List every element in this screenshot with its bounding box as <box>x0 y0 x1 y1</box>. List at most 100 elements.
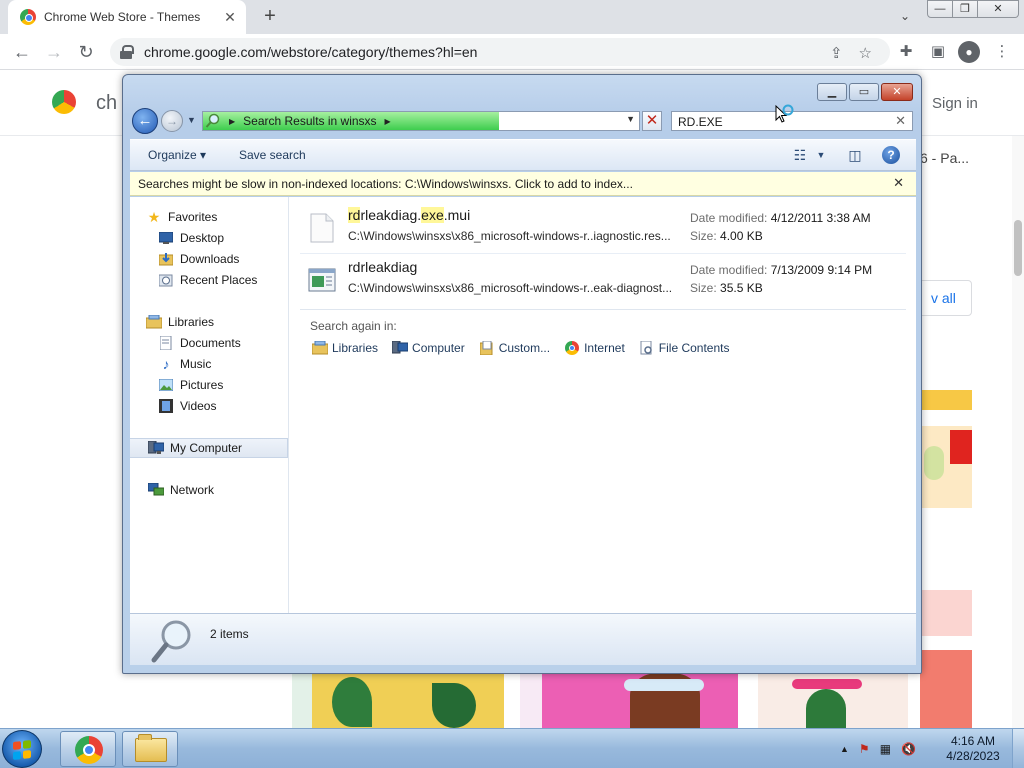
help-icon[interactable]: ? <box>882 146 900 164</box>
browser-tab-chrome-web-store[interactable]: Chrome Web Store - Themes ✕ <box>8 0 246 34</box>
explorer-forward-arrow-icon[interactable]: → <box>161 110 183 132</box>
forward-arrow-icon[interactable]: → <box>42 40 66 64</box>
result-file-name: rdrleakdiag.exe.mui <box>348 207 471 223</box>
theme-thumbnail-character[interactable] <box>758 673 908 728</box>
search-again-separator <box>300 309 906 310</box>
reload-icon[interactable]: ↻ <box>74 40 98 64</box>
chrome-menu-icon[interactable]: ⋮ <box>990 40 1014 64</box>
start-button[interactable] <box>2 730 42 768</box>
taskbar-clock[interactable]: 4:16 AM 4/28/2023 <box>938 734 1008 764</box>
videos-film-icon <box>158 398 174 414</box>
organize-menu[interactable]: Organize ▾ <box>148 148 206 162</box>
preview-pane-icon[interactable]: ◫ <box>846 145 864 165</box>
explorer-body: ★ Favorites Desktop Downloads Recent Pla… <box>130 197 916 613</box>
item-count: 2 items <box>210 627 249 641</box>
search-input[interactable]: RD.EXE <box>678 115 723 129</box>
nav-network[interactable]: Network <box>148 480 306 500</box>
browser-minimize-button[interactable]: — <box>927 0 953 18</box>
view-options-chevron-down-icon[interactable]: ▼ <box>814 145 828 165</box>
change-view-icon[interactable]: ☷ <box>791 145 809 165</box>
save-search-button[interactable]: Save search <box>239 148 306 162</box>
clock-date: 4/28/2023 <box>946 749 1000 763</box>
new-tab-button[interactable]: + <box>258 4 282 28</box>
result-size: Size: 35.5 KB <box>690 281 763 295</box>
taskbar-chrome-button[interactable] <box>60 731 116 767</box>
pictures-icon <box>158 377 174 393</box>
theme-thumbnail-plants[interactable] <box>292 673 504 728</box>
extensions-puzzle-icon[interactable]: ✚ <box>894 40 918 64</box>
sign-in-link[interactable]: Sign in <box>932 95 978 112</box>
search-again-libraries[interactable]: Libraries <box>312 339 378 357</box>
taskbar-explorer-button[interactable] <box>122 731 178 767</box>
breadcrumb-separator-icon[interactable]: ▶ <box>229 117 235 126</box>
explorer-search-window: ▁ ▭ ✕ ← → ▼ ▶ Search Results in winsxs ▶… <box>122 74 922 674</box>
recent-places-icon <box>158 272 174 288</box>
search-again-internet[interactable]: Internet <box>564 339 625 357</box>
show-desktop-button[interactable] <box>1012 729 1024 768</box>
clear-search-icon[interactable]: ✕ <box>895 113 906 129</box>
share-icon[interactable]: ⇪ <box>830 44 843 62</box>
explorer-address-bar[interactable]: ▶ Search Results in winsxs ▶ ▼ <box>202 111 640 131</box>
chrome-web-store-logo-icon[interactable] <box>52 90 76 114</box>
network-status-icon[interactable]: ▦ <box>880 742 891 756</box>
address-breadcrumb[interactable]: Search Results in winsxs <box>243 114 376 128</box>
info-bar-message[interactable]: Searches might be slow in non-indexed lo… <box>138 177 633 191</box>
search-magnifier-large-icon <box>151 620 191 663</box>
search-magnifier-icon <box>205 113 221 129</box>
music-note-icon: ♪ <box>162 356 170 372</box>
busy-cursor-icon <box>775 104 794 123</box>
result-date-modified: Date modified: 7/13/2009 9:14 PM <box>690 263 873 277</box>
store-title: ch <box>96 92 118 114</box>
profile-avatar-icon[interactable]: ● <box>958 41 980 63</box>
bookmark-star-icon[interactable]: ☆ <box>859 44 872 62</box>
lock-icon <box>120 45 134 59</box>
nav-my-computer[interactable]: My Computer <box>130 438 288 458</box>
explorer-back-arrow-icon[interactable]: ← <box>132 108 158 134</box>
libraries-icon <box>146 314 162 330</box>
volume-muted-icon[interactable]: 🔇 <box>901 742 916 756</box>
search-again-list: Libraries Computer Custom... Internet Fi… <box>312 339 729 357</box>
theme-art-banner <box>920 390 972 410</box>
address-bar[interactable]: chrome.google.com/webstore/category/them… <box>110 38 890 66</box>
browser-restore-button[interactable]: ❐ <box>952 0 978 18</box>
search-again-file-contents[interactable]: File Contents <box>639 339 729 357</box>
network-icon <box>148 482 164 498</box>
theme-thumbnail-partial[interactable] <box>920 426 972 508</box>
breadcrumb-arrow-icon[interactable]: ▶ <box>385 117 391 126</box>
address-dropdown-chevron-down-icon[interactable]: ▼ <box>626 114 635 124</box>
search-results-pane: rdrleakdiag.exe.mui C:\Windows\winsxs\x8… <box>290 197 916 613</box>
browser-close-button[interactable]: ✕ <box>977 0 1019 18</box>
theme-thumbnail-portrait[interactable] <box>520 673 738 728</box>
info-bar-close-icon[interactable]: ✕ <box>893 175 904 191</box>
address-url[interactable]: chrome.google.com/webstore/category/them… <box>144 44 477 60</box>
result-file-name: rdrleakdiag <box>348 259 418 275</box>
tab-close-icon[interactable]: ✕ <box>220 7 240 27</box>
theme-thumbnail-partial-2[interactable] <box>920 650 972 728</box>
explorer-minimize-button[interactable]: ▁ <box>817 83 847 101</box>
result-row-rdrleakdiag[interactable]: rdrleakdiag C:\Windows\winsxs\x86_micros… <box>300 255 906 303</box>
non-indexed-info-bar[interactable]: Searches might be slow in non-indexed lo… <box>130 172 916 196</box>
recent-pages-chevron-down-icon[interactable]: ▼ <box>187 115 196 125</box>
explorer-close-button[interactable]: ✕ <box>881 83 913 101</box>
result-file-path: C:\Windows\winsxs\x86_microsoft-windows-… <box>348 281 673 295</box>
back-arrow-icon[interactable]: ← <box>10 40 34 64</box>
action-center-flag-icon[interactable]: ⚑ <box>859 742 870 756</box>
application-window-icon <box>308 268 336 292</box>
search-again-custom[interactable]: Custom... <box>479 339 550 357</box>
navigation-pane: ★ Favorites Desktop Downloads Recent Pla… <box>130 197 289 613</box>
result-separator <box>300 253 906 254</box>
show-hidden-icons-icon[interactable]: ▲ <box>840 744 849 754</box>
search-again-computer[interactable]: Computer <box>392 339 465 357</box>
explorer-maximize-button[interactable]: ▭ <box>849 83 879 101</box>
blank-file-icon <box>310 213 334 243</box>
result-row-rdrleakdiag-exe-mui[interactable]: rdrleakdiag.exe.mui C:\Windows\winsxs\x8… <box>300 203 906 251</box>
result-size: Size: 4.00 KB <box>690 229 763 243</box>
tab-search-chevron-down-icon[interactable]: ⌄ <box>893 6 917 26</box>
page-scrollbar-thumb[interactable] <box>1014 220 1022 276</box>
nav-favorites[interactable]: ★ Favorites <box>146 207 304 227</box>
file-contents-icon <box>639 340 655 356</box>
browser-tabstrip: Chrome Web Store - Themes ✕ + ⌄ — ❐ ✕ <box>0 0 1024 34</box>
stop-search-button[interactable]: ✕ <box>642 111 662 131</box>
nav-libraries[interactable]: Libraries <box>146 312 304 332</box>
side-panel-icon[interactable]: ▣ <box>926 40 950 64</box>
